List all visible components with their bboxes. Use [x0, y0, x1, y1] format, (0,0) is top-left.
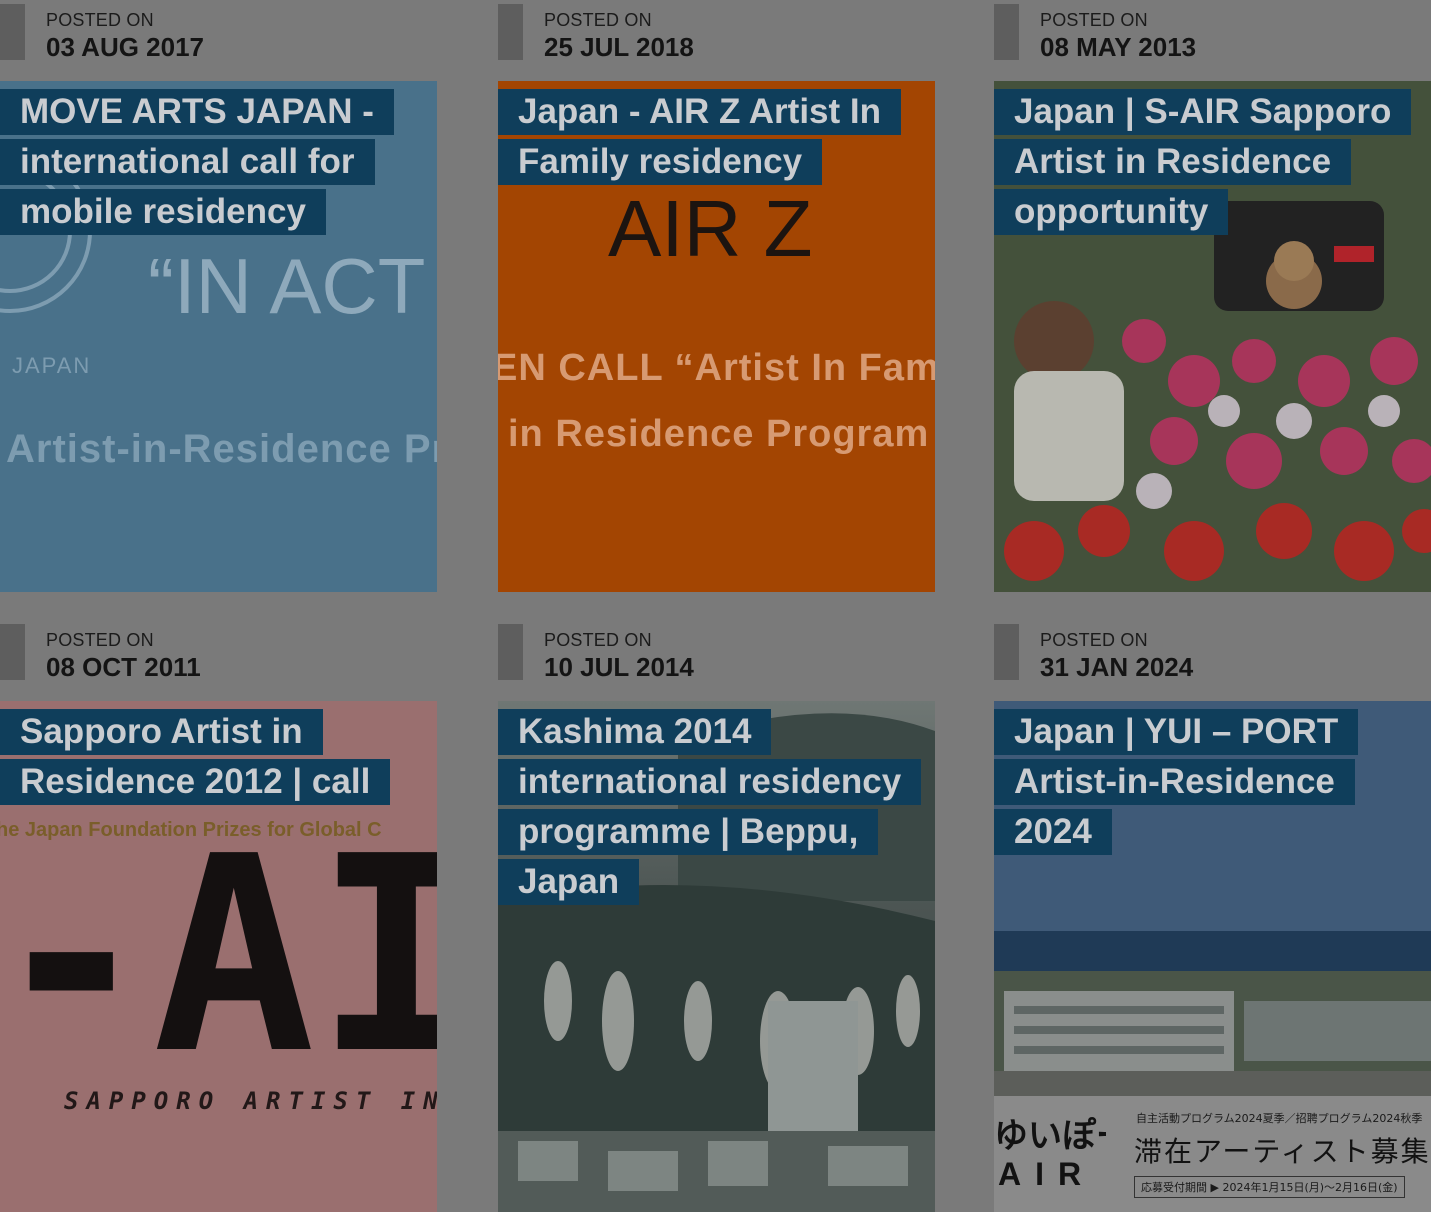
post-date: 25 JUL 2018 — [544, 32, 694, 62]
post-title-wrap: Japan | YUI – PORT Artist-in-Residence 2… — [994, 707, 1414, 857]
post-title[interactable]: MOVE ARTS JAPAN - international call for… — [0, 89, 394, 235]
post-meta: POSTED ON 08 OCT 2011 — [0, 620, 437, 682]
post-card[interactable]: POSTED ON 03 AUG 2017 “IN ACT JAPAN Arti… — [0, 0, 437, 592]
post-title[interactable]: Kashima 2014 international residency pro… — [498, 709, 922, 905]
post-card[interactable]: POSTED ON 08 OCT 2011 he Japan Foundatio… — [0, 620, 437, 1212]
meta-accent-bar — [498, 4, 523, 60]
image-text-headline: “IN ACT — [148, 242, 426, 330]
image-text-sapporo: SAPPORO ARTIST IN — [64, 1087, 437, 1115]
s-air-logo: -AI — [0, 798, 437, 1113]
post-date: 31 JAN 2024 — [1040, 652, 1194, 682]
post-title[interactable]: Japan - AIR Z Artist In Family residency — [498, 89, 901, 185]
post-date: 08 OCT 2011 — [46, 652, 201, 682]
meta-accent-bar — [994, 4, 1019, 60]
yui-port-logo-sub: AIR — [998, 1156, 1096, 1192]
image-text-japan: JAPAN — [12, 353, 92, 378]
posted-on-label: POSTED ON — [1040, 630, 1148, 650]
post-meta: POSTED ON 31 JAN 2024 — [994, 620, 1431, 682]
posted-on-label: POSTED ON — [46, 630, 154, 650]
post-title-wrap: MOVE ARTS JAPAN - international call for… — [0, 87, 420, 237]
meta-accent-bar — [0, 4, 25, 60]
post-title-wrap: Japan - AIR Z Artist In Family residency — [498, 87, 918, 187]
poster-headline: 滞在アーティスト募集 — [1134, 1135, 1431, 1168]
post-date: 10 JUL 2014 — [544, 652, 694, 682]
poster-banner: ゆいぽーと AIR 自主活動プログラム2024夏季／招聘プログラム2024秋季 … — [994, 1096, 1431, 1212]
image-text-subtitle: Artist-in-Residence Pr — [6, 427, 437, 471]
yui-port-logo: ゆいぽーと — [994, 1116, 1106, 1156]
post-card[interactable]: POSTED ON 10 JUL 2014 Kashima 2014 inter… — [498, 620, 935, 1212]
post-meta: POSTED ON 10 JUL 2014 — [498, 620, 935, 682]
meta-accent-bar — [0, 624, 25, 680]
post-title-wrap: Japan | S-AIR Sapporo Artist in Residenc… — [994, 87, 1414, 237]
posted-on-label: POSTED ON — [544, 10, 652, 30]
meta-accent-bar — [498, 624, 523, 680]
post-title[interactable]: Japan | S-AIR Sapporo Artist in Residenc… — [994, 89, 1412, 235]
post-meta: POSTED ON 03 AUG 2017 — [0, 0, 437, 62]
post-title[interactable]: Japan | YUI – PORT Artist-in-Residence 2… — [994, 709, 1359, 855]
post-meta: POSTED ON 08 MAY 2013 — [994, 0, 1431, 62]
air-z-logo: AIR Z — [608, 184, 813, 273]
post-meta: POSTED ON 25 JUL 2018 — [498, 0, 935, 62]
post-title-wrap: Kashima 2014 international residency pro… — [498, 707, 922, 907]
poster-deadline: 応募受付期間 ▶ 2024年1月15日(月)〜2月16日(金) — [1134, 1176, 1405, 1198]
meta-accent-bar — [994, 624, 1019, 680]
post-card[interactable]: POSTED ON 31 JAN 2024 ゆいぽーと AIR 自主活動プログラ… — [994, 620, 1431, 1212]
posted-on-label: POSTED ON — [1040, 10, 1148, 30]
post-title-wrap: Sapporo Artist in Residence 2012 | call — [0, 707, 420, 807]
post-date: 08 MAY 2013 — [1040, 32, 1197, 62]
poster-program-line: 自主活動プログラム2024夏季／招聘プログラム2024秋季 — [1136, 1112, 1423, 1125]
post-title[interactable]: Sapporo Artist in Residence 2012 | call — [0, 709, 391, 805]
posted-on-label: POSTED ON — [46, 10, 154, 30]
image-text-call: EN CALL “Artist In Fam — [498, 347, 935, 389]
posted-on-label: POSTED ON — [544, 630, 652, 650]
post-card[interactable]: POSTED ON 08 MAY 2013 Japan | S-AIR Sapp… — [994, 0, 1431, 592]
image-text-program: in Residence Program — [508, 413, 930, 455]
post-date: 03 AUG 2017 — [46, 32, 205, 62]
post-card[interactable]: POSTED ON 25 JUL 2018 AIR Z EN CALL “Art… — [498, 0, 935, 592]
